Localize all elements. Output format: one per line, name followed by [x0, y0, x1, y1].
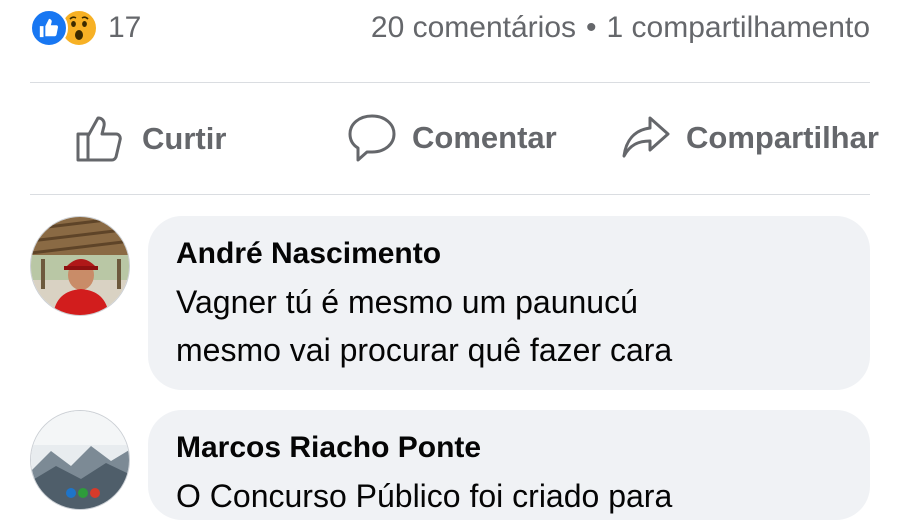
engagement-summary: 20 comentários • 1 compartilhamento: [371, 11, 870, 45]
comment-text-line: O Concurso Público foi criado para: [176, 478, 673, 514]
thumbs-up-icon: [76, 116, 122, 162]
like-icon: [30, 9, 68, 47]
comments-count-link[interactable]: 20 comentários: [371, 11, 576, 45]
bottom-divider: [30, 194, 870, 195]
avatar[interactable]: [30, 410, 130, 510]
share-label: Compartilhar: [686, 120, 879, 155]
like-button[interactable]: Curtir: [74, 112, 226, 166]
shares-count-link[interactable]: 1 compartilhamento: [607, 11, 870, 45]
comment-author[interactable]: André Nascimento: [176, 234, 842, 274]
reaction-count: 17: [108, 11, 142, 44]
comment-text-line: Vagner tú é mesmo um paunucú: [176, 284, 638, 320]
share-button[interactable]: Compartilhar: [620, 112, 879, 164]
comment-author[interactable]: Marcos Riacho Ponte: [176, 428, 842, 468]
share-arrow-icon: [622, 116, 670, 158]
like-label: Curtir: [142, 121, 227, 156]
speech-bubble-icon: [348, 114, 396, 162]
post-action-bar: Curtir Comentar Compartilhar: [30, 100, 880, 178]
comment-label: Comentar: [412, 120, 557, 155]
top-divider: [30, 82, 870, 83]
separator-dot: •: [586, 11, 597, 44]
avatar[interactable]: [30, 216, 130, 316]
comment-button[interactable]: Comentar: [346, 112, 557, 164]
comment-bubble: Marcos Riacho Ponte O Concurso Público f…: [148, 410, 870, 520]
comment-text-line: mesmo vai procurar quê fazer cara: [176, 332, 673, 368]
reaction-summary[interactable]: 17: [30, 9, 141, 47]
post-stats-bar: 17 20 comentários • 1 compartilhamento: [30, 6, 870, 50]
comment-bubble: André Nascimento Vagner tú é mesmo um pa…: [148, 216, 870, 390]
